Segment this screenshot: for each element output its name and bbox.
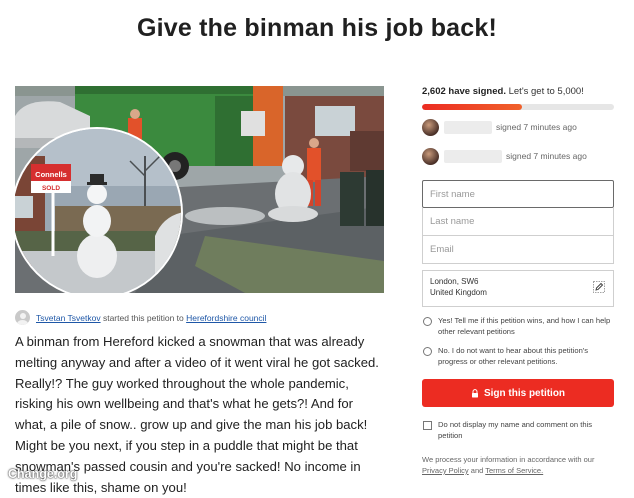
author-middle-text: started this petition to [102,312,184,323]
sign-brand: Connells [35,170,67,179]
hide-name-label: Do not display my name and comment on th… [438,420,593,440]
privacy-policy-link[interactable]: Privacy Policy [422,466,469,475]
opt-in-yes-radio[interactable]: Yes! Tell me if this petition wins, and … [422,315,614,337]
radio-icon [423,317,432,326]
privacy-and: and [470,466,484,475]
recent-signer: signed 7 minutes ago [422,115,614,139]
signer-name-redacted [444,149,502,163]
avatar [422,147,439,165]
location-line1: London, SW6 [430,277,479,286]
author-line: Tsvetan Tsvetkov started this petition t… [15,310,266,325]
email-field[interactable]: Email [422,236,614,264]
radio-icon [423,347,432,356]
lock-icon [471,388,478,397]
opt-in-yes-label: Yes! Tell me if this petition wins, and … [438,316,611,336]
signer-name-redacted [444,120,492,134]
first-name-field[interactable]: First name [422,180,614,208]
sign-petition-button[interactable]: Sign this petition [422,379,614,407]
petition-photo: Connells SOLD [15,86,384,293]
location-field[interactable]: London, SW6 United Kingdom [422,270,614,307]
terms-link[interactable]: Terms of Service. [485,466,543,475]
signature-count-bold: 2,602 have signed. [422,86,506,97]
target-link[interactable]: Herefordshire council [186,313,266,323]
location-line2: United Kingdom [430,288,487,297]
privacy-notice: We process your information in accordanc… [422,454,614,476]
user-icon [15,310,30,325]
watermark: Change.org [8,467,78,481]
sign-form: First name Last name Email London, SW6 U… [422,180,614,476]
privacy-prefix: We process your information in accordanc… [422,455,595,464]
sign-status: SOLD [42,185,60,192]
pencil-icon[interactable] [593,281,605,293]
author-link[interactable]: Tsvetan Tsvetkov [36,313,101,323]
avatar [422,118,439,136]
signer-time: signed 7 minutes ago [506,151,587,161]
opt-in-no-label: No. I do not want to hear about this pet… [438,346,589,366]
hide-name-checkbox[interactable]: Do not display my name and comment on th… [422,419,614,441]
sign-panel: 2,602 have signed. Let's get to 5,000! s… [422,86,614,476]
sign-petition-label: Sign this petition [483,387,566,399]
checkbox-icon [423,421,432,430]
opt-in-no-radio[interactable]: No. I do not want to hear about this pet… [422,345,614,367]
petition-title: Give the binman his job back! [136,14,498,42]
recent-signer: signed 7 minutes ago [422,144,614,168]
last-name-field[interactable]: Last name [422,208,614,236]
signature-progress-fill [422,104,522,110]
signature-count: 2,602 have signed. Let's get to 5,000! [422,86,614,97]
signature-progress-bar [422,104,614,110]
signature-goal: Let's get to 5,000! [508,86,584,97]
signer-time: signed 7 minutes ago [496,122,577,132]
